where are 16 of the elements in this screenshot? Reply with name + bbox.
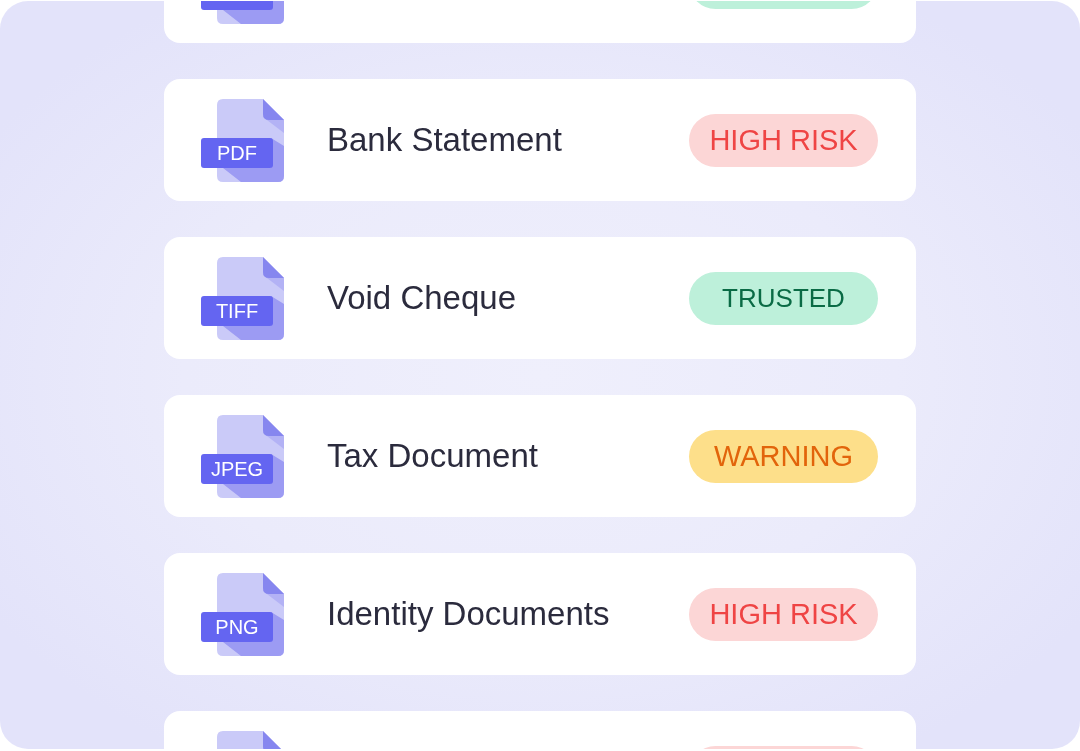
file-type-label: PNG: [214, 614, 260, 640]
file-icon: [201, 572, 284, 656]
status-badge: TRUSTED: [689, 271, 878, 325]
document-name: Tax Document: [327, 436, 539, 476]
document-name: Void Cheque: [327, 278, 517, 318]
status-badge: WARNING: [689, 429, 878, 483]
document-name: Bank Statement: [327, 120, 563, 160]
file-icon: [201, 414, 284, 498]
status-badge: HIGH RISK: [689, 587, 878, 641]
file-icon: [201, 256, 284, 340]
file-type-label: PDF: [216, 140, 258, 166]
status-badge: HIGH RISK: [689, 113, 878, 167]
file-icon: [201, 98, 284, 182]
file-type-label: TIFF: [214, 298, 260, 324]
document-name: Identity Documents: [327, 594, 611, 634]
file-type-label: JPEG: [209, 456, 265, 482]
